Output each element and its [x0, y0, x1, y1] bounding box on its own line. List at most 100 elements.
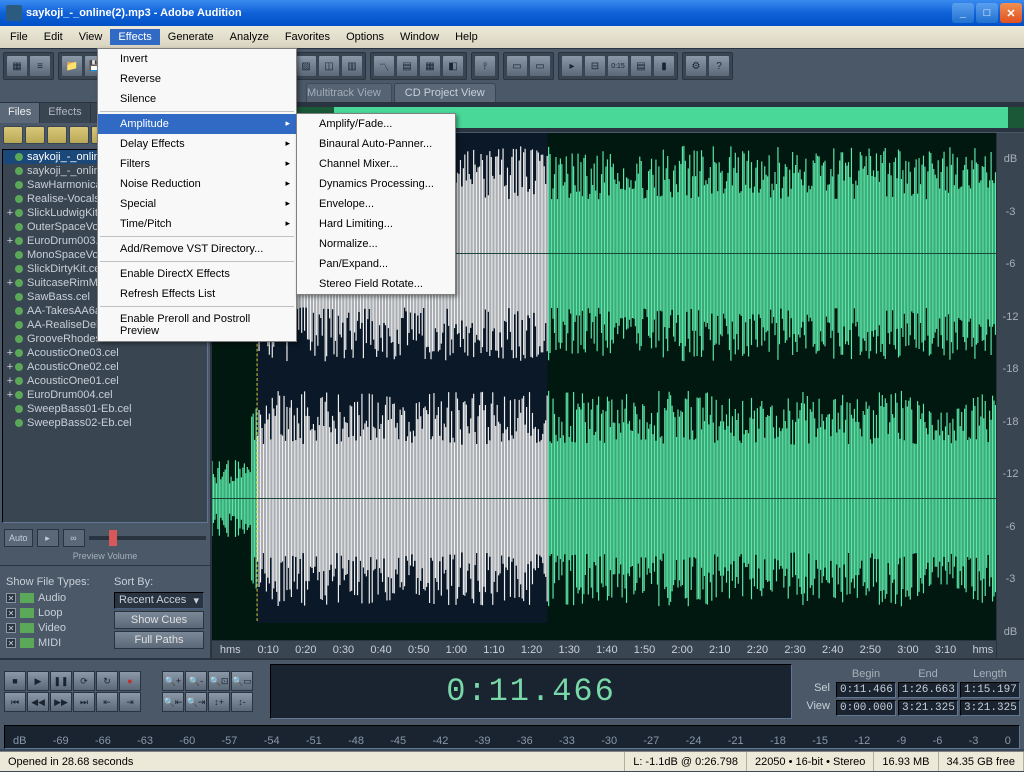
- file-item[interactable]: +AcousticOne03.cel: [3, 346, 207, 360]
- play-loop-button[interactable]: ⟳: [73, 671, 95, 691]
- menu-view[interactable]: View: [71, 29, 111, 45]
- preview-play-icon[interactable]: ▸: [37, 529, 59, 547]
- file-item[interactable]: SweepBass01-Eb.cel: [3, 402, 207, 416]
- tool-time-icon[interactable]: 0:15: [607, 55, 629, 77]
- menu-item[interactable]: Enable Preroll and Postroll Preview: [98, 309, 296, 341]
- menu-item[interactable]: Silence: [98, 89, 296, 109]
- submenu-item[interactable]: Hard Limiting...: [297, 214, 455, 234]
- menu-favorites[interactable]: Favorites: [277, 29, 338, 45]
- tool-meter-icon[interactable]: ▮: [653, 55, 675, 77]
- view-length-value[interactable]: 3:21.325: [960, 700, 1020, 716]
- file-item[interactable]: SweepBass02-Eb.cel: [3, 416, 207, 430]
- tool-open-icon[interactable]: 📁: [61, 55, 83, 77]
- filetype-audio[interactable]: ✕Audio: [6, 592, 104, 604]
- menu-item[interactable]: Invert: [98, 49, 296, 69]
- menu-item[interactable]: Add/Remove VST Directory...: [98, 239, 296, 259]
- rewind-button[interactable]: ◀◀: [27, 692, 49, 712]
- zoom-v-in-button[interactable]: ↕+: [208, 692, 230, 712]
- zoom-in-left-button[interactable]: 🔍⇤: [162, 692, 184, 712]
- tool-help-icon[interactable]: ?: [708, 55, 730, 77]
- file-insert-icon[interactable]: [47, 126, 67, 144]
- file-close-icon[interactable]: [25, 126, 45, 144]
- menu-item[interactable]: Amplitude: [98, 114, 296, 134]
- menu-item[interactable]: Refresh Effects List: [98, 284, 296, 304]
- go-end-button[interactable]: ⏭: [73, 692, 95, 712]
- sidebar-tab-files[interactable]: Files: [0, 103, 40, 123]
- forward-button[interactable]: ▶▶: [50, 692, 72, 712]
- file-item[interactable]: +EuroDrum004.cel: [3, 388, 207, 402]
- zoom-v-out-button[interactable]: ↕-: [231, 692, 253, 712]
- auto-button[interactable]: Auto: [4, 529, 33, 547]
- show-cues-button[interactable]: Show Cues: [114, 611, 204, 629]
- filetype-midi[interactable]: ✕MIDI: [6, 637, 104, 649]
- play-to-end-button[interactable]: ↻: [96, 671, 118, 691]
- zoom-sel-button[interactable]: 🔍▭: [231, 671, 253, 691]
- tool-e-icon[interactable]: ▦: [419, 55, 441, 77]
- menu-effects[interactable]: Effects: [110, 29, 159, 45]
- submenu-item[interactable]: Pan/Expand...: [297, 254, 455, 274]
- submenu-item[interactable]: Envelope...: [297, 194, 455, 214]
- tool-seg-icon[interactable]: ⊟: [584, 55, 606, 77]
- tool-win2-icon[interactable]: ▭: [529, 55, 551, 77]
- prev-marker-button[interactable]: ⇤: [96, 692, 118, 712]
- time-ruler[interactable]: hms0:100:200:300:400:501:001:101:201:301…: [212, 640, 996, 658]
- menu-item[interactable]: Enable DirectX Effects: [98, 264, 296, 284]
- tool-opts-icon[interactable]: ⚙: [685, 55, 707, 77]
- submenu-item[interactable]: Dynamics Processing...: [297, 174, 455, 194]
- menu-edit[interactable]: Edit: [36, 29, 71, 45]
- tool-track-icon[interactable]: ≡: [29, 55, 51, 77]
- preview-volume-slider[interactable]: [89, 536, 206, 540]
- view-begin-value[interactable]: 0:00.000: [836, 700, 896, 716]
- menu-analyze[interactable]: Analyze: [222, 29, 277, 45]
- submenu-item[interactable]: Channel Mixer...: [297, 154, 455, 174]
- file-open-icon[interactable]: [3, 126, 23, 144]
- menu-item[interactable]: Reverse: [98, 69, 296, 89]
- minimize-button[interactable]: _: [952, 3, 974, 23]
- menu-options[interactable]: Options: [338, 29, 392, 45]
- tool-b-icon[interactable]: ◫: [318, 55, 340, 77]
- tool-play-icon[interactable]: ▸: [561, 55, 583, 77]
- sel-begin-value[interactable]: 0:11.466: [836, 682, 896, 698]
- full-paths-button[interactable]: Full Paths: [114, 631, 204, 649]
- menu-item[interactable]: Noise Reduction: [98, 174, 296, 194]
- tab-multitrack[interactable]: Multitrack View: [306, 83, 392, 102]
- filetype-loop[interactable]: ✕Loop: [6, 607, 104, 619]
- stop-button[interactable]: ■: [4, 671, 26, 691]
- tool-new-icon[interactable]: ▦: [6, 55, 28, 77]
- submenu-item[interactable]: Binaural Auto-Panner...: [297, 134, 455, 154]
- submenu-item[interactable]: Amplify/Fade...: [297, 114, 455, 134]
- tab-cdproject[interactable]: CD Project View: [394, 83, 496, 102]
- menu-help[interactable]: Help: [447, 29, 486, 45]
- pause-button[interactable]: ❚❚: [50, 671, 72, 691]
- zoom-out-button[interactable]: 🔍-: [185, 671, 207, 691]
- record-button[interactable]: ●: [119, 671, 141, 691]
- menu-file[interactable]: File: [2, 29, 36, 45]
- zoom-full-button[interactable]: 🔍⊡: [208, 671, 230, 691]
- sidebar-tab-effects[interactable]: Effects: [40, 103, 90, 123]
- tool-list-icon[interactable]: ▤: [630, 55, 652, 77]
- filetype-video[interactable]: ✕Video: [6, 622, 104, 634]
- sel-length-value[interactable]: 1:15.197: [960, 682, 1020, 698]
- file-item[interactable]: +AcousticOne02.cel: [3, 360, 207, 374]
- tool-a-icon[interactable]: ▨: [295, 55, 317, 77]
- tool-win1-icon[interactable]: ▭: [506, 55, 528, 77]
- menu-window[interactable]: Window: [392, 29, 447, 45]
- play-button[interactable]: ▶: [27, 671, 49, 691]
- submenu-item[interactable]: Stereo Field Rotate...: [297, 274, 455, 294]
- file-edit-icon[interactable]: [69, 126, 89, 144]
- sel-end-value[interactable]: 1:26.663: [898, 682, 958, 698]
- tool-spec-icon[interactable]: 〽: [373, 55, 395, 77]
- preview-loop-icon[interactable]: ∞: [63, 529, 85, 547]
- menu-item[interactable]: Time/Pitch: [98, 214, 296, 234]
- zoom-in-right-button[interactable]: 🔍⇥: [185, 692, 207, 712]
- close-button[interactable]: ✕: [1000, 3, 1022, 23]
- file-item[interactable]: +AcousticOne01.cel: [3, 374, 207, 388]
- maximize-button[interactable]: □: [976, 3, 998, 23]
- menu-item[interactable]: Filters: [98, 154, 296, 174]
- tool-mark-icon[interactable]: ⫯: [474, 55, 496, 77]
- time-display[interactable]: 0:11.466: [270, 664, 792, 719]
- tool-c-icon[interactable]: ▥: [341, 55, 363, 77]
- level-meter[interactable]: dB-69-66-63-60-57-54-51-48-45-42-39-36-3…: [4, 725, 1020, 749]
- view-end-value[interactable]: 3:21.325: [898, 700, 958, 716]
- zoom-in-button[interactable]: 🔍+: [162, 671, 184, 691]
